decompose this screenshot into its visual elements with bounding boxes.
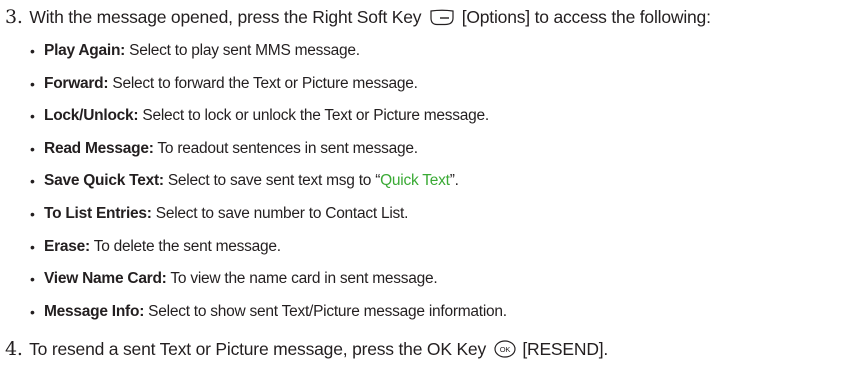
manual-page: 3. With the message opened, press the Ri… (0, 0, 849, 373)
ok-key-label: OK (499, 345, 510, 354)
list-item: • Message Info: Select to show sent Text/… (30, 299, 507, 332)
option-term: Forward: (44, 74, 109, 92)
bullet: • (30, 271, 35, 288)
bullet: • (30, 303, 35, 320)
list-item: • Play Again: Select to play sent MMS mes… (30, 38, 507, 71)
option-term: Save Quick Text: (44, 172, 164, 190)
option-description: Select to forward the Text or Picture me… (112, 74, 418, 92)
bullet: • (30, 238, 35, 255)
step-3-text: With the message opened, press the Right… (29, 7, 422, 27)
option-description-end: ”. (449, 172, 459, 190)
list-item: • View Name Card: To view the name card i… (30, 266, 507, 299)
option-term: View Name Card: (44, 270, 167, 288)
option-term: To List Entries: (44, 204, 152, 222)
step-4: 4. To resend a sent Text or Picture mess… (5, 338, 608, 363)
option-description: Select to save number to Contact List. (155, 204, 409, 222)
option-term: Erase: (44, 237, 90, 255)
quick-text-link[interactable]: Quick Text (380, 172, 450, 189)
option-description: Select to save sent text msg to “ (167, 172, 381, 190)
option-term: Play Again: (44, 42, 126, 59)
option-description: Select to play sent MMS message. (129, 42, 360, 59)
option-description: To view the name card in sent message. (170, 270, 438, 288)
option-term: Read Message: (44, 139, 154, 157)
list-item: • To List Entries: Select to save number … (30, 201, 507, 234)
option-term: Message Info: (44, 302, 145, 320)
step-3-number: 3. (5, 6, 23, 28)
list-item: • Lock/Unlock: Select to lock or unlock t… (30, 103, 507, 136)
bullet: • (30, 173, 35, 190)
step-3-text-after: [Options] to access the following: (461, 7, 711, 27)
option-description: To delete the sent message. (93, 237, 281, 255)
list-item: • Read Message: To readout sentences in s… (30, 136, 507, 169)
right-soft-key-icon (429, 9, 455, 31)
step-4-number: 4. (5, 338, 23, 360)
list-item: • Erase: To delete the sent message. (30, 234, 507, 267)
bullet: • (30, 43, 35, 59)
step-4-text: To resend a sent Text or Picture message… (29, 339, 487, 359)
list-item: • Forward: Select to forward the Text or … (30, 71, 507, 104)
option-description: Select to lock or unlock the Text or Pic… (142, 107, 489, 125)
options-list: • Play Again: Select to play sent MMS mes… (30, 38, 507, 331)
option-term: Lock/Unlock: (44, 107, 139, 125)
step-4-text-after: [RESEND]. (522, 339, 609, 359)
list-item: • Save Quick Text: Select to save sent te… (30, 168, 507, 201)
bullet: • (30, 108, 35, 125)
step-3: 3. With the message opened, press the Ri… (5, 6, 711, 31)
bullet: • (30, 205, 35, 222)
bullet: • (30, 140, 35, 157)
option-description: Select to show sent Text/Picture message… (148, 302, 507, 320)
ok-key-icon: OK (494, 340, 516, 363)
bullet: • (30, 75, 35, 92)
option-description: To readout sentences in sent message. (157, 139, 418, 157)
